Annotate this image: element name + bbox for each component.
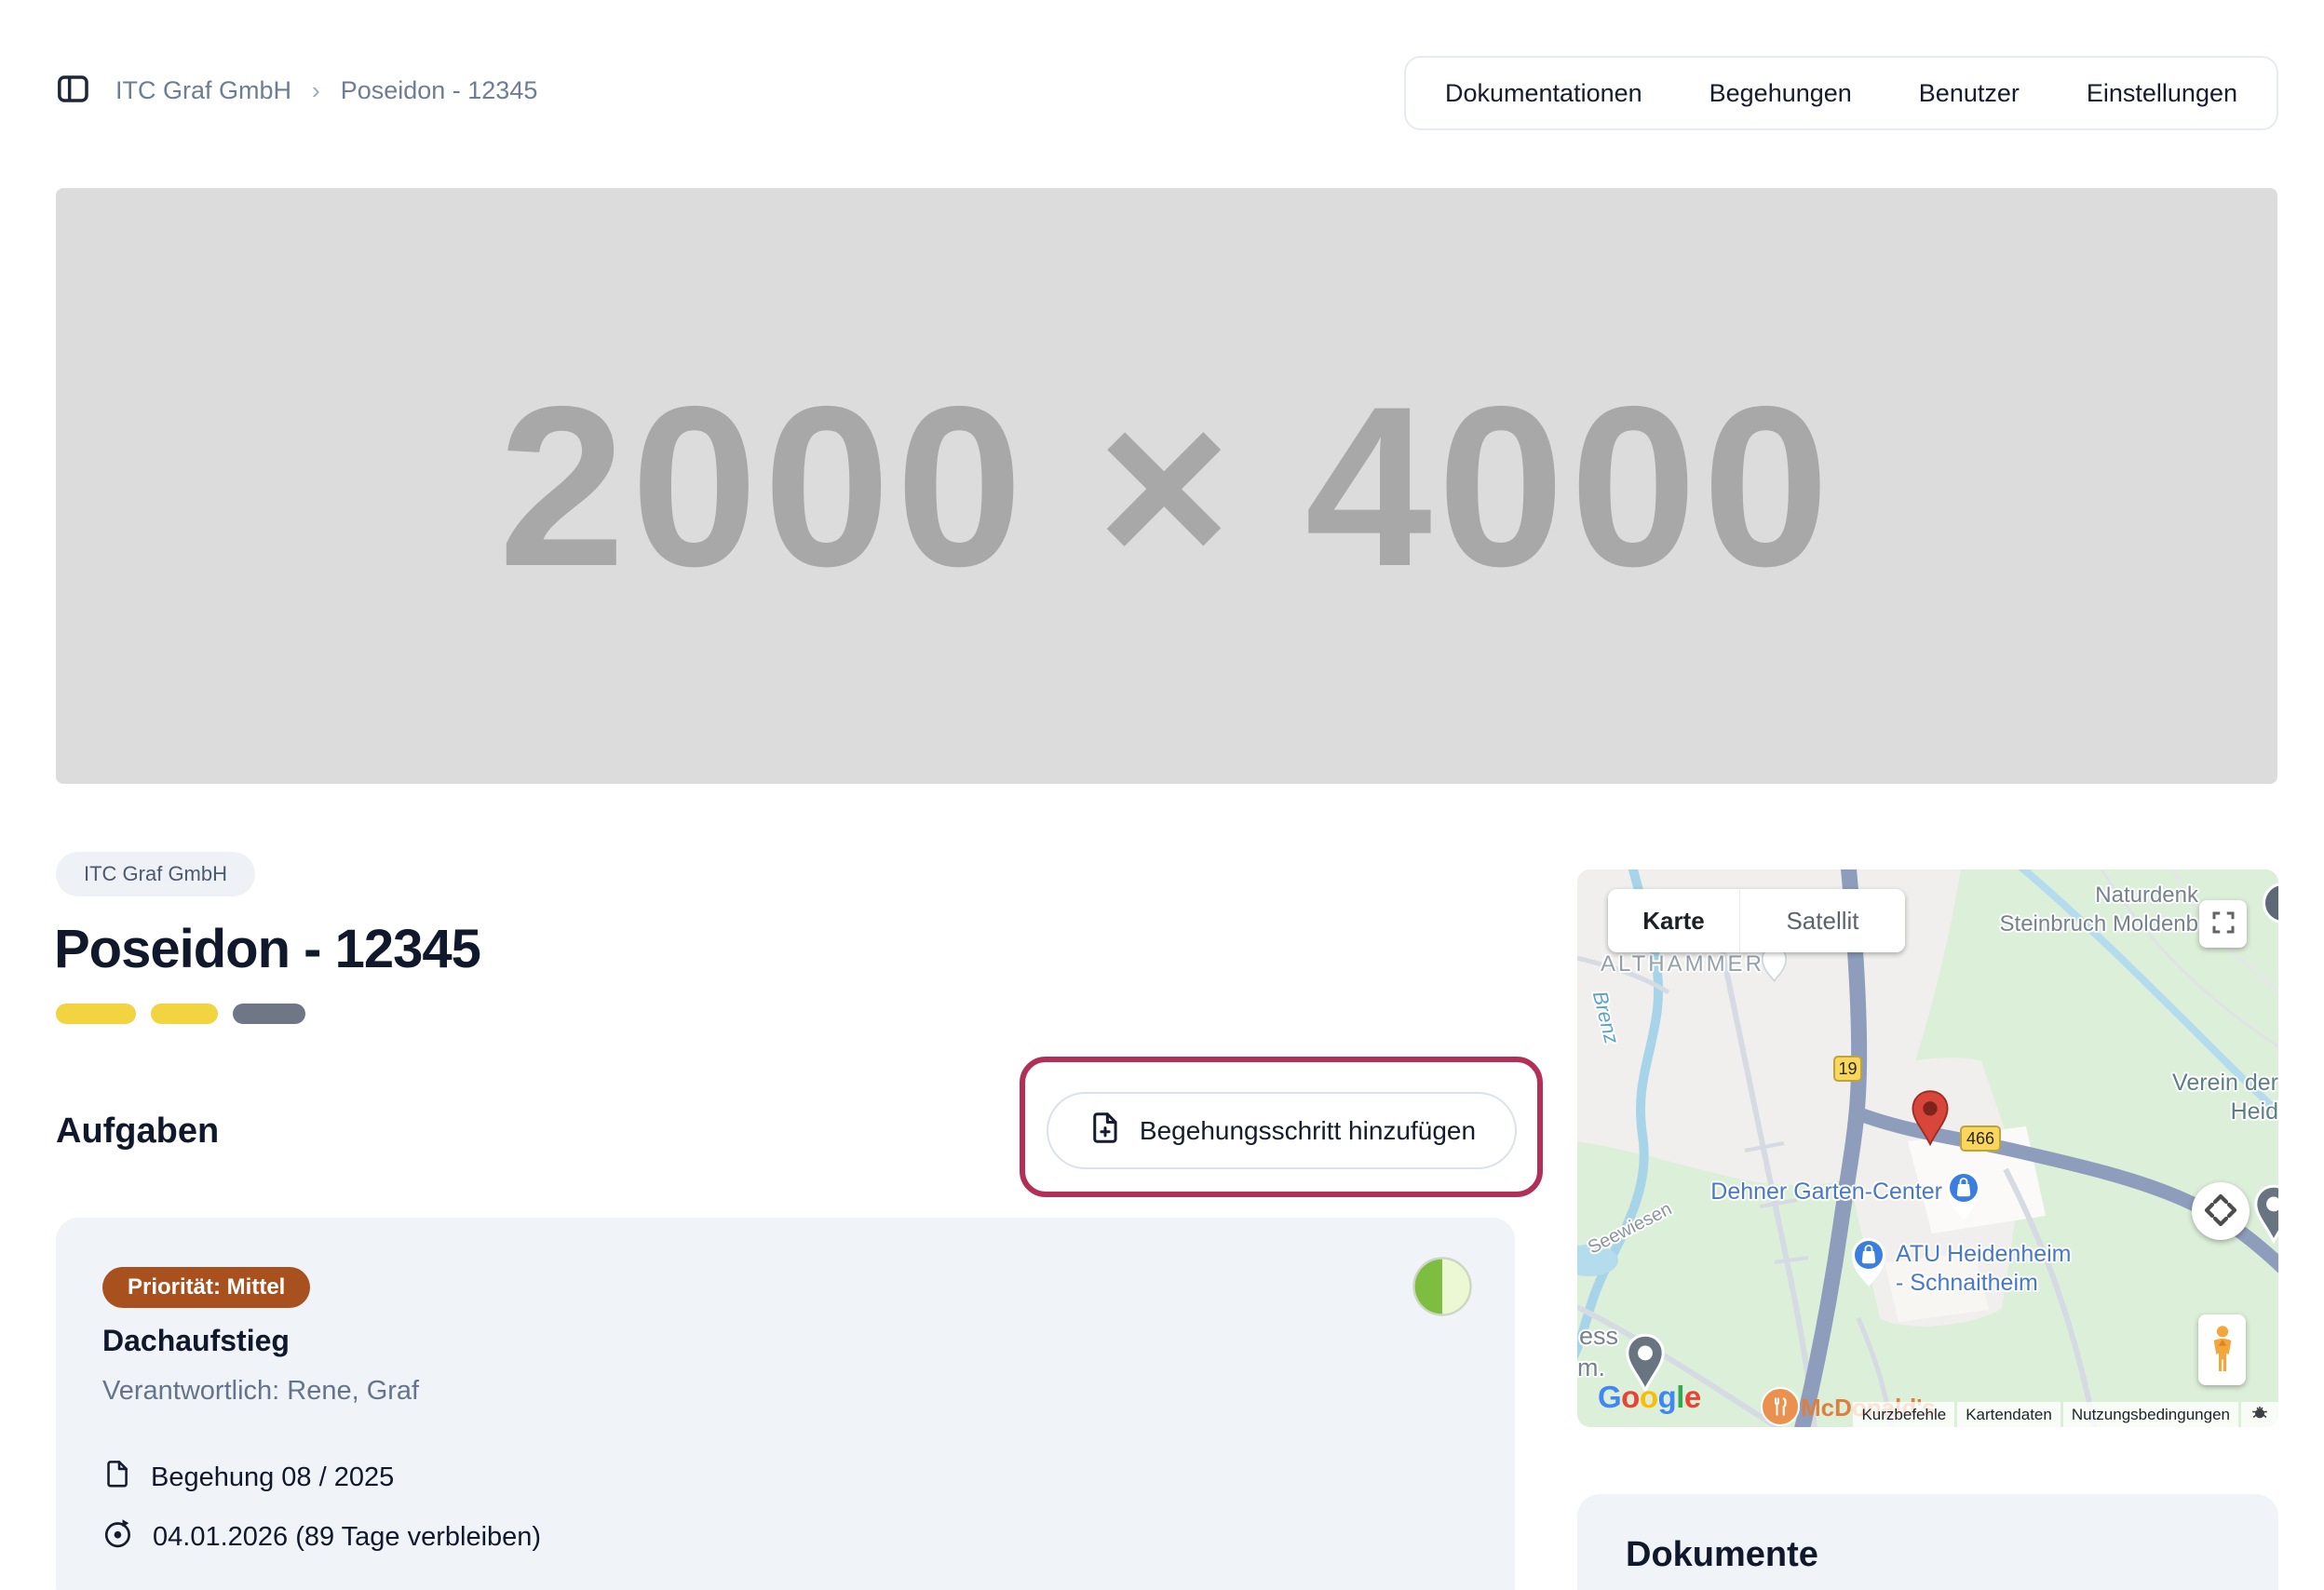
- file-plus-icon: [1088, 1110, 1123, 1152]
- map-label-partial-m: m.: [1577, 1354, 1605, 1382]
- document-icon: [102, 1458, 132, 1497]
- add-inspection-step-button[interactable]: Begehungsschritt hinzufügen: [1047, 1092, 1517, 1169]
- documents-card: Dokumente: [1577, 1494, 2278, 1590]
- google-logo[interactable]: Google: [1598, 1380, 1701, 1415]
- placeholder-dimensions-text: 2000 × 4000: [498, 355, 1834, 617]
- task-progress-circle: [1412, 1256, 1473, 1317]
- panel-left-icon: [54, 70, 91, 110]
- task-title: Dachaufstieg: [102, 1324, 290, 1358]
- route-badge-466: 466: [1960, 1125, 2001, 1152]
- deadline-timer-icon: [102, 1517, 134, 1556]
- fullscreen-button[interactable]: [2199, 900, 2247, 948]
- nav-item-benutzer[interactable]: Benutzer: [1912, 79, 2027, 108]
- google-map[interactable]: Naturdenk Steinbruch Moldenb ALTHAMMER B…: [1577, 869, 2278, 1427]
- sidebar-toggle-button[interactable]: [52, 69, 93, 110]
- satellite-view-button[interactable]: Satellit: [1740, 889, 1905, 952]
- map-label-partial-ess: ess: [1579, 1322, 1618, 1351]
- breadcrumb-separator-icon: ›: [312, 76, 320, 105]
- breadcrumb: ITC Graf GmbH › Poseidon - 12345: [115, 76, 537, 105]
- map-label-verein: Verein der Heid: [2127, 1069, 2278, 1126]
- map-data-link[interactable]: Kartendaten: [1957, 1402, 2061, 1427]
- map-view-button[interactable]: Karte: [1608, 889, 1740, 952]
- task-deadline-row: 04.01.2026 (89 Tage verbleiben): [102, 1517, 541, 1556]
- add-inspection-step-label: Begehungsschritt hinzufügen: [1140, 1116, 1476, 1146]
- tasks-section-heading: Aufgaben: [56, 1112, 219, 1152]
- location-marker-pin[interactable]: [1910, 1089, 1951, 1152]
- route-badge-19: 19: [1833, 1056, 1862, 1082]
- task-inspection-label: Begehung 08 / 2025: [151, 1462, 394, 1493]
- task-inspection-row: Begehung 08 / 2025: [102, 1458, 394, 1497]
- nav-item-einstellungen[interactable]: Einstellungen: [2079, 79, 2245, 108]
- project-progress-indicator: [56, 1004, 305, 1024]
- restaurant-poi-icon[interactable]: [1761, 1387, 1800, 1426]
- breadcrumb-current[interactable]: Poseidon - 12345: [341, 76, 538, 105]
- nav-item-dokumentationen[interactable]: Dokumentationen: [1438, 79, 1650, 108]
- atu-poi-icon[interactable]: [1848, 1234, 1889, 1293]
- company-chip-label: ITC Graf GmbH: [84, 862, 227, 886]
- map-label-atu[interactable]: ATU Heidenheim - Schnaitheim: [1896, 1240, 2072, 1298]
- pan-control[interactable]: [2192, 1182, 2250, 1240]
- dehner-poi-icon[interactable]: [1943, 1167, 1984, 1226]
- nav-item-begehungen[interactable]: Begehungen: [1702, 79, 1859, 108]
- priority-badge-label: Priorität: Mittel: [128, 1274, 285, 1300]
- map-type-control: Karte Satellit: [1608, 889, 1905, 952]
- keyboard-shortcuts-link[interactable]: Kurzbefehle: [1853, 1402, 1954, 1427]
- priority-badge: Priorität: Mittel: [102, 1267, 310, 1308]
- company-chip: ITC Graf GmbH: [56, 852, 255, 896]
- hero-placeholder-image: 2000 × 4000: [56, 188, 2277, 784]
- task-deadline-label: 04.01.2026 (89 Tage verbleiben): [153, 1522, 541, 1553]
- fullscreen-icon: [2209, 909, 2237, 939]
- terms-link[interactable]: Nutzungsbedingungen: [2063, 1402, 2238, 1427]
- pegman-icon: [2208, 1324, 2237, 1377]
- breadcrumb-company[interactable]: ITC Graf GmbH: [115, 76, 291, 105]
- map-label-district: ALTHAMMER: [1601, 951, 1764, 977]
- pan-arrows-icon: [2192, 1181, 2250, 1242]
- street-view-pegman-button[interactable]: [2198, 1314, 2246, 1385]
- map-label-nature: Naturdenk Steinbruch Moldenb: [1945, 881, 2198, 938]
- documents-section-heading: Dokumente: [1626, 1535, 1818, 1575]
- map-label-dehner[interactable]: Dehner Garten-Center: [1689, 1179, 1942, 1206]
- report-error-bug-icon: [2250, 1402, 2270, 1427]
- top-navigation: Dokumentationen Begehungen Benutzer Eins…: [1404, 56, 2278, 130]
- progress-segment: [56, 1004, 136, 1024]
- page-title: Poseidon - 12345: [54, 918, 480, 980]
- task-card[interactable]: Priorität: Mittel Dachaufstieg Verantwor…: [56, 1218, 1515, 1590]
- gray-poi-pin-edge: [2251, 1184, 2278, 1248]
- progress-segment: [151, 1004, 218, 1024]
- page: ITC Graf GmbH › Poseidon - 12345 Dokumen…: [0, 0, 2324, 1590]
- progress-segment: [233, 1004, 305, 1024]
- task-responsible: Verantwortlich: Rene, Graf: [102, 1376, 419, 1407]
- map-attribution-bar: Kurzbefehle Kartendaten Nutzungsbedingun…: [1853, 1402, 2278, 1427]
- report-error-button[interactable]: [2241, 1402, 2278, 1427]
